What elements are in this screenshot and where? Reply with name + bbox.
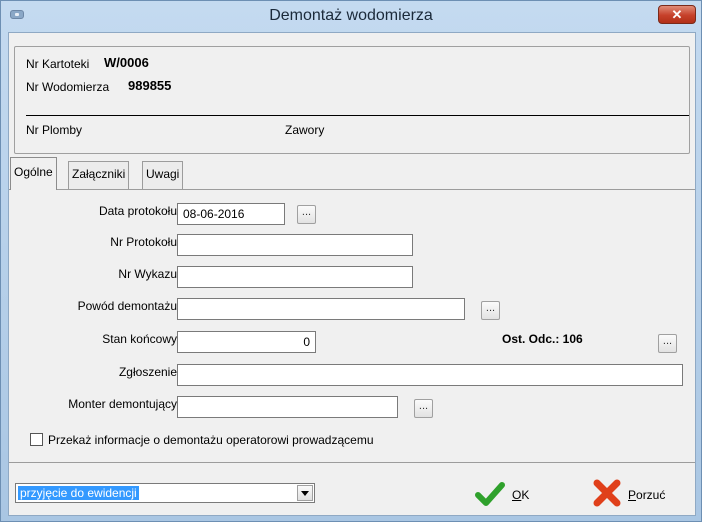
kartoteka-label: Nr Kartoteki [26,57,90,71]
meter-info-panel: Nr Kartoteki W/0006 Nr Wodomierza 989855… [14,46,690,154]
wodomierz-label: Nr Wodomierza [26,80,110,94]
kartoteka-value: W/0006 [104,55,149,70]
przekaz-checkbox-label[interactable]: Przekaż informacje o demontażu operatoro… [48,433,374,447]
wodomierz-value: 989855 [128,78,172,93]
ok-accel: O [512,488,522,502]
ok-button[interactable]: OK [475,480,555,510]
monter-input[interactable] [177,396,398,418]
zawory-label: Zawory [285,123,325,137]
date-picker-button[interactable]: ... [297,205,316,224]
cancel-label: Porzuć [628,488,665,502]
zgloszenie-input[interactable] [177,364,683,386]
tab-ogolne[interactable]: Ogólne [10,157,57,190]
data-protokolu-label: Data protokołu [98,204,177,218]
nr-protokolu-label: Nr Protokołu [110,235,177,249]
ok-label: OK [512,488,529,502]
status-select-value: przyjęcie do ewidencji [18,486,139,500]
tab-uwagi[interactable]: Uwagi [142,161,184,189]
close-icon: ✕ [671,7,683,22]
tab-panel-ogolne: Data protokołu 08-06-2016 ... Nr Protoko… [9,189,695,463]
cancel-accel: P [628,488,637,502]
nr-wykazu-input[interactable] [177,266,413,288]
check-icon [475,482,505,506]
powod-label: Powód demontażu [77,299,177,313]
przekaz-checkbox[interactable] [30,433,43,446]
stan-lookup-button[interactable]: ... [658,334,677,353]
tab-ogolne-label: Ogólne [14,165,53,179]
ok-rest: K [521,488,530,502]
dialog-client-area: Nr Kartoteki W/0006 Nr Wodomierza 989855… [8,32,696,516]
cancel-x-icon [593,479,621,507]
monter-label: Monter demontujący [68,397,177,411]
close-button[interactable]: ✕ [658,5,696,24]
tab-uwagi-label: Uwagi [146,167,180,181]
ost-odc-value: Ost. Odc.: 106 [502,332,583,346]
separator-line [26,115,689,116]
title-bar[interactable]: Demontaż wodomierza ✕ [1,1,701,31]
cancel-button[interactable]: Porzuć [591,477,681,507]
monter-lookup-button[interactable]: ... [414,399,433,418]
stan-input[interactable]: 0 [177,331,316,353]
chevron-down-icon[interactable] [297,485,313,501]
data-protokolu-input[interactable]: 08-06-2016 [177,203,285,225]
dialog-window: Demontaż wodomierza ✕ Nr Kartoteki W/000… [0,0,702,522]
cancel-rest: orzuć [636,488,666,502]
tab-zalaczniki-label: Załączniki [72,167,126,181]
status-select[interactable]: przyjęcie do ewidencji [15,483,315,503]
tab-zalaczniki[interactable]: Załączniki [68,161,130,189]
window-title: Demontaż wodomierza [269,7,433,24]
stan-label: Stan końcowy [102,332,177,346]
zgloszenie-label: Zgłoszenie [118,365,177,379]
plomby-label: Nr Plomby [26,123,83,137]
powod-lookup-button[interactable]: ... [481,301,500,320]
powod-input[interactable] [177,298,465,320]
nr-wykazu-label: Nr Wykazu [118,267,177,281]
nr-protokolu-input[interactable] [177,234,413,256]
